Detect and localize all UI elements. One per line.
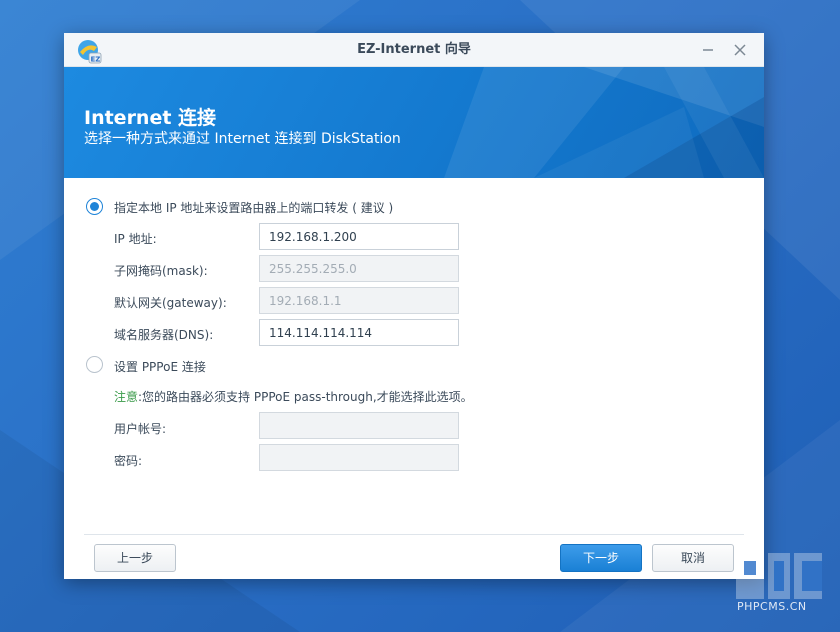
next-button[interactable]: 下一步 <box>560 544 642 572</box>
pppoe-radio[interactable] <box>86 356 103 373</box>
wizard-content: 指定本地 IP 地址来设置路由器上的端口转发 ( 建议 ) IP 地址: 子网掩… <box>64 178 764 579</box>
minimize-icon[interactable] <box>698 40 718 60</box>
banner-title: Internet 连接 <box>84 107 217 129</box>
password-input <box>259 444 459 471</box>
gateway-input <box>259 287 459 314</box>
cancel-button[interactable]: 取消 <box>652 544 734 572</box>
close-icon[interactable] <box>730 40 750 60</box>
static-ip-option-label[interactable]: 指定本地 IP 地址来设置路由器上的端口转发 ( 建议 ) <box>114 199 393 216</box>
watermark-text: PHPCMS.CN <box>737 600 807 613</box>
window-title: EZ-Internet 向导 <box>357 42 471 57</box>
banner-subtitle: 选择一种方式来通过 Internet 连接到 DiskStation <box>84 131 401 147</box>
ez-internet-wizard-window: EZ EZ-Internet 向导 Internet 连接 选择一种方式来通过 … <box>64 33 764 579</box>
window-titlebar: EZ EZ-Internet 向导 <box>64 33 764 67</box>
subnet-mask-label: 子网掩码(mask): <box>114 264 208 278</box>
ip-address-input[interactable] <box>259 223 459 250</box>
footer-divider <box>84 534 744 535</box>
ip-address-label: IP 地址: <box>114 232 157 246</box>
static-ip-radio[interactable] <box>86 198 103 215</box>
dns-input[interactable] <box>259 319 459 346</box>
note-text: :您的路由器必须支持 PPPoE pass-through,才能选择此选项。 <box>138 390 473 404</box>
subnet-mask-input <box>259 255 459 282</box>
gateway-label: 默认网关(gateway): <box>114 296 227 310</box>
note-prefix: 注意 <box>114 390 139 404</box>
password-label: 密码: <box>114 454 143 468</box>
pppoe-option-label[interactable]: 设置 PPPoE 连接 <box>114 358 206 375</box>
previous-button[interactable]: 上一步 <box>94 544 176 572</box>
pppoe-note: 注意:您的路由器必须支持 PPPoE pass-through,才能选择此选项。 <box>114 388 473 405</box>
wizard-banner: Internet 连接 选择一种方式来通过 Internet 连接到 DiskS… <box>64 67 764 178</box>
username-input <box>259 412 459 439</box>
dns-label: 域名服务器(DNS): <box>114 328 214 342</box>
username-label: 用户帐号: <box>114 422 167 436</box>
